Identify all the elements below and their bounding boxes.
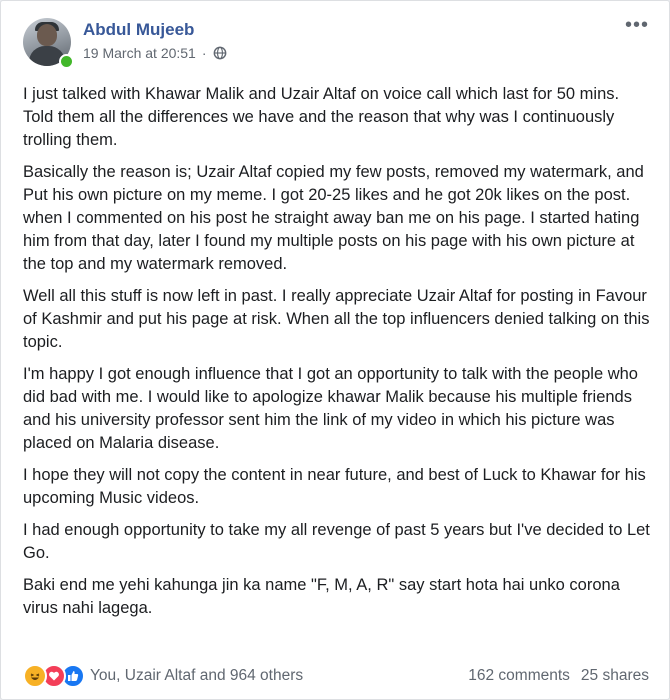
post-paragraph: I had enough opportunity to take my all … — [23, 521, 650, 562]
post-footer: You, Uzair Altaf and 964 others 162 comm… — [23, 663, 649, 689]
online-status-dot — [59, 54, 74, 69]
comments-count[interactable]: 162 comments — [468, 667, 570, 685]
more-options-icon[interactable]: ••• — [625, 15, 649, 35]
post-paragraph: Baki end me yehi kahunga jin ka name "F,… — [23, 576, 620, 617]
globe-icon[interactable] — [213, 46, 227, 60]
reaction-icons[interactable] — [23, 664, 85, 688]
haha-face-icon — [30, 673, 40, 680]
thumbs-up-icon — [68, 671, 79, 681]
reactions-summary[interactable]: You, Uzair Altaf and 964 others — [90, 667, 303, 685]
avatar-head — [37, 24, 57, 46]
haha-reaction-icon — [23, 664, 47, 688]
post-header: Abdul Mujeeb 19 March at 20:51 · ••• — [23, 15, 649, 72]
post-stats: 162 comments 25 shares — [468, 667, 649, 685]
post-card: Abdul Mujeeb 19 March at 20:51 · ••• I j… — [0, 0, 670, 700]
post-paragraph: I hope they will not copy the content in… — [23, 466, 646, 507]
post-paragraph: Basically the reason is; Uzair Altaf cop… — [23, 163, 644, 273]
post-content: I just talked with Khawar Malik and Uzai… — [23, 83, 653, 629]
heart-icon — [49, 671, 59, 681]
post-meta: 19 March at 20:51 · — [83, 45, 227, 61]
meta-separator: · — [201, 45, 207, 61]
shares-count[interactable]: 25 shares — [581, 667, 649, 685]
author-name[interactable]: Abdul Mujeeb — [83, 20, 194, 40]
post-paragraph: I just talked with Khawar Malik and Uzai… — [23, 85, 620, 149]
post-paragraph: I'm happy I got enough influence that I … — [23, 365, 638, 452]
post-paragraph: Well all this stuff is now left in past.… — [23, 287, 650, 351]
post-timestamp[interactable]: 19 March at 20:51 — [83, 45, 196, 61]
